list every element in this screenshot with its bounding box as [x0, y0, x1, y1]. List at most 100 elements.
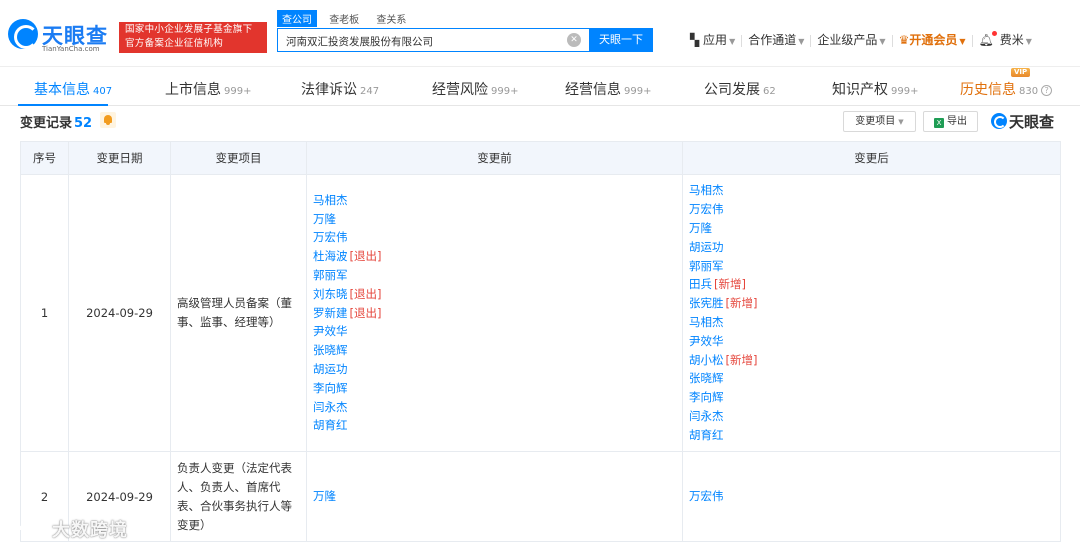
site-logo[interactable]: 天眼查 TianYanCha.com [8, 19, 116, 57]
person-link[interactable]: 李向辉 [313, 381, 348, 395]
nav-enterprise-label: 企业级产品 [817, 33, 878, 47]
tab-history-info[interactable]: 历史信息 830? [960, 79, 1053, 99]
person-link[interactable]: 胡育红 [689, 428, 724, 442]
person-link[interactable]: 张晓辉 [313, 343, 348, 357]
brand-mark-text: 天眼查 [1009, 113, 1055, 131]
active-tab-indicator [18, 104, 108, 106]
col-header-date: 变更日期 [68, 141, 171, 175]
person-link[interactable]: 张宪胜 [689, 296, 724, 310]
notification-bell-icon[interactable]: 🔔︎ [979, 31, 997, 47]
person-link[interactable]: 万隆 [313, 489, 336, 503]
person-entry: 胡运功 [313, 360, 676, 379]
monitor-bell-icon[interactable] [100, 112, 116, 128]
person-entry: 万宏伟 [689, 200, 1054, 219]
change-record-table: 序号 变更日期 变更项目 变更前 变更后 1 2024-09-29 高级管理人员… [20, 141, 1061, 542]
excel-icon: X [934, 118, 944, 128]
row-after-list: 马相杰 万宏伟 万隆 胡运功 郭丽军 田兵 [新增] 张宪胜 [新增] 马相杰 尹效华 胡小松 [新增]… [682, 174, 1061, 452]
person-entry: 刘东晓 [退出] [313, 285, 676, 304]
tab-count: 999+ [491, 86, 519, 97]
tab-operating-info[interactable]: 经营信息 999+ [565, 79, 651, 99]
tab-count: 830 [1019, 86, 1039, 97]
person-link[interactable]: 万宏伟 [313, 230, 348, 244]
person-link[interactable]: 刘东晓 [313, 287, 348, 301]
tab-count: 407 [93, 86, 113, 97]
nav-user[interactable]: 费米 ▼ [1000, 31, 1032, 48]
tab-company-development[interactable]: 公司发展 62 [704, 79, 776, 99]
table-row: 1 2024-09-29 高级管理人员备案（董事、监事、经理等） 马相杰 万隆 万宏… [20, 174, 1061, 452]
person-entry: 胡育红 [689, 426, 1054, 445]
chevron-down-icon: ▼ [1025, 37, 1032, 46]
watermark-text: 大数跨境 [52, 520, 128, 541]
person-link[interactable]: 万隆 [313, 212, 336, 226]
grid-icon: ▚ [690, 33, 704, 47]
logo-domain: TianYanCha.com [42, 45, 100, 53]
change-status-tag: [新增] [714, 277, 746, 292]
nav-app-label: 应用 [703, 33, 728, 47]
search-tab-relation[interactable]: 查关系 [371, 10, 411, 27]
main-tabs: 基本信息 407 上市信息 999+ 法律诉讼 247 经营风险 999+ 经营信息 99… [0, 66, 1080, 106]
tab-label: 法律诉讼 [301, 82, 357, 98]
person-link[interactable]: 杜海波 [313, 249, 348, 263]
change-item-filter[interactable]: 变更项目 ▼ [843, 111, 916, 132]
person-link[interactable]: 马相杰 [689, 183, 724, 197]
tab-label: 公司发展 [704, 82, 760, 98]
tab-label: 上市信息 [165, 82, 221, 98]
person-entry: 杜海波 [退出] [313, 247, 676, 266]
tab-litigation[interactable]: 法律诉讼 247 [301, 79, 379, 99]
search-tab-boss[interactable]: 查老板 [324, 10, 364, 27]
person-entry: 尹效华 [689, 332, 1054, 351]
divider [971, 34, 973, 47]
person-link[interactable]: 闫永杰 [689, 409, 724, 423]
chevron-down-icon: ▼ [959, 37, 966, 46]
change-status-tag: [退出] [349, 286, 382, 301]
person-link[interactable]: 尹效华 [313, 324, 348, 338]
person-entry: 闫永杰 [689, 407, 1054, 426]
search-tab-company[interactable]: 查公司 [277, 10, 317, 27]
help-icon[interactable]: ? [1041, 85, 1053, 96]
person-link[interactable]: 田兵 [689, 277, 712, 291]
tab-operating-risk[interactable]: 经营风险 999+ [432, 79, 518, 99]
nav-partner[interactable]: 合作通道 ▼ [748, 31, 804, 48]
nav-app[interactable]: ▚ 应用 ▼ [690, 31, 735, 48]
tab-count: 999+ [624, 86, 652, 97]
search-input[interactable]: 河南双汇投资发展股份有限公司 [277, 28, 589, 52]
tab-intellectual-property[interactable]: 知识产权 999+ [832, 79, 918, 99]
tab-basic-info[interactable]: 基本信息 407 [34, 79, 112, 99]
person-link[interactable]: 张晓辉 [689, 371, 724, 385]
person-link[interactable]: 郭丽军 [689, 259, 724, 273]
person-link[interactable]: 尹效华 [689, 334, 724, 348]
gov-badge-line2: 官方备案企业征信机构 [125, 38, 224, 49]
tab-count: 247 [360, 86, 380, 97]
person-link[interactable]: 马相杰 [689, 315, 724, 329]
chevron-down-icon: ▼ [729, 37, 736, 46]
chevron-down-icon: ▼ [898, 118, 904, 126]
person-link[interactable]: 胡运功 [689, 240, 724, 254]
person-link[interactable]: 马相杰 [313, 193, 348, 207]
export-button[interactable]: X 导出 [923, 111, 978, 132]
person-link[interactable]: 李向辉 [689, 390, 724, 404]
person-link[interactable]: 万隆 [689, 221, 712, 235]
nav-vip[interactable]: ♛开通会员 ▼ [899, 31, 966, 48]
nav-partner-label: 合作通道 [748, 33, 797, 47]
person-link[interactable]: 胡育红 [313, 418, 348, 432]
person-link[interactable]: 胡小松 [689, 353, 724, 367]
tab-label: 知识产权 [832, 82, 888, 98]
section-title-label: 变更记录 [20, 116, 73, 131]
person-link[interactable]: 闫永杰 [313, 400, 348, 414]
tab-listing-info[interactable]: 上市信息 999+ [165, 79, 251, 99]
nav-enterprise[interactable]: 企业级产品 ▼ [817, 31, 885, 48]
person-link[interactable]: 郭丽军 [313, 268, 348, 282]
search-button[interactable]: 天眼一下 [589, 28, 653, 52]
person-link[interactable]: 胡运功 [313, 362, 348, 376]
person-link[interactable]: 罗新建 [313, 306, 348, 320]
section-title: 变更记录 52 [20, 112, 92, 131]
person-link[interactable]: 万宏伟 [689, 202, 724, 216]
logo-eye-icon [991, 113, 1007, 129]
gov-badge-line1: 国家中小企业发展子基金旗下 [125, 24, 253, 35]
person-entry: 胡运功 [689, 238, 1054, 257]
person-link[interactable]: 万宏伟 [689, 489, 724, 503]
divider [810, 34, 812, 47]
clear-icon[interactable]: ✕ [567, 33, 581, 47]
person-entry: 胡小松 [新增] [689, 351, 1054, 370]
person-entry: 郭丽军 [689, 257, 1054, 276]
